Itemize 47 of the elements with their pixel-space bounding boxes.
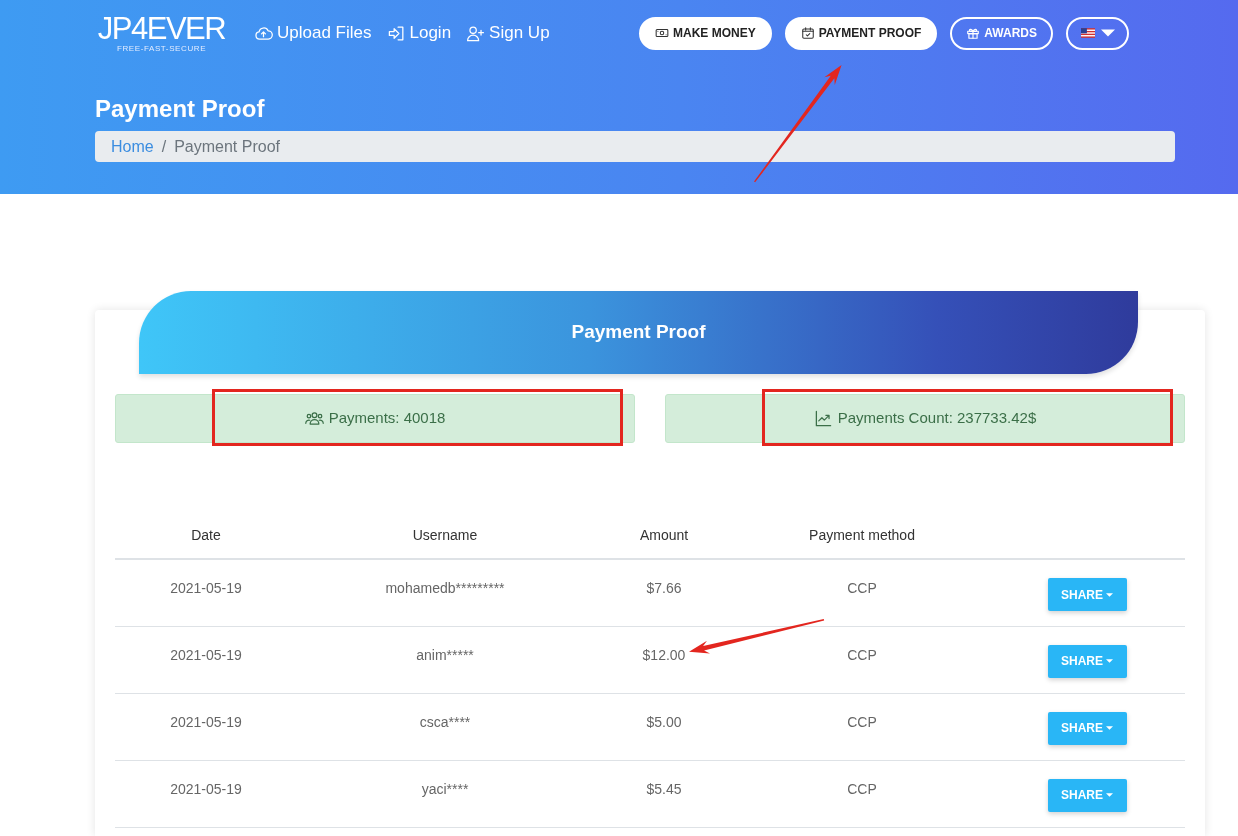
table-cell: $5.45 xyxy=(593,760,735,827)
breadcrumb-link[interactable]: Home xyxy=(111,134,154,159)
column-header: Payment method xyxy=(735,513,989,559)
caret-icon xyxy=(1106,659,1113,663)
table-cell: $5.00 xyxy=(593,693,735,760)
column-header: Date xyxy=(115,513,297,559)
share-button[interactable]: SHARE xyxy=(1047,578,1127,611)
users-icon xyxy=(304,409,324,428)
gift-icon xyxy=(966,26,981,40)
table-cell: CCP xyxy=(735,693,989,760)
table-cell: anim***** xyxy=(297,626,593,693)
breadcrumb-current: Payment Proof xyxy=(174,136,280,157)
table-cell: mohamedb********* xyxy=(297,559,593,626)
table-cell: $7.66 xyxy=(593,559,735,626)
chart-line-icon xyxy=(813,409,833,428)
nav-button[interactable]: PAYMENT PROOF xyxy=(784,16,938,50)
share-button[interactable]: SHARE xyxy=(1047,711,1127,745)
table-cell: CCP xyxy=(735,760,989,827)
table-cell: 2021-05-19 xyxy=(115,693,297,760)
stat-text: Payments: 40018 xyxy=(328,408,446,429)
banknote-icon xyxy=(655,26,669,40)
caret-icon xyxy=(1106,592,1113,597)
page-title: Payment Proof xyxy=(95,94,266,123)
table-cell: 2021-05-19 xyxy=(115,626,297,693)
caret-icon xyxy=(1106,726,1113,730)
logo-tagline: FREE-FAST-SECURE xyxy=(116,45,207,53)
logo-wordmark: JP4EVER xyxy=(97,13,226,44)
card-title-banner: Payment Proof xyxy=(139,291,1138,374)
flag-icon xyxy=(1080,26,1095,40)
nav-link[interactable]: Login xyxy=(386,20,452,46)
nav-link[interactable]: Sign Up xyxy=(466,20,550,46)
share-button[interactable]: SHARE xyxy=(1047,644,1127,678)
calendar-check-icon xyxy=(800,26,815,40)
breadcrumb-separator: / xyxy=(161,136,167,157)
column-header: Amount xyxy=(593,513,735,559)
language-dropdown[interactable] xyxy=(1066,16,1130,50)
stat-text: Payments Count: 237733.42$ xyxy=(837,408,1037,429)
nav-button[interactable]: AWARDS xyxy=(950,16,1054,50)
table-cell: 2021-05-19 xyxy=(115,760,297,827)
column-header: Username xyxy=(297,513,593,559)
table-cell: yaci**** xyxy=(297,760,593,827)
table-cell: 2021-05-19 xyxy=(115,559,297,626)
table-cell: csca**** xyxy=(297,693,593,760)
share-button[interactable]: SHARE xyxy=(1047,778,1127,812)
nav-button[interactable]: MAKE MONEY xyxy=(639,16,772,50)
caret-icon xyxy=(1106,793,1113,797)
nav-link[interactable]: Upload Files xyxy=(254,20,372,46)
